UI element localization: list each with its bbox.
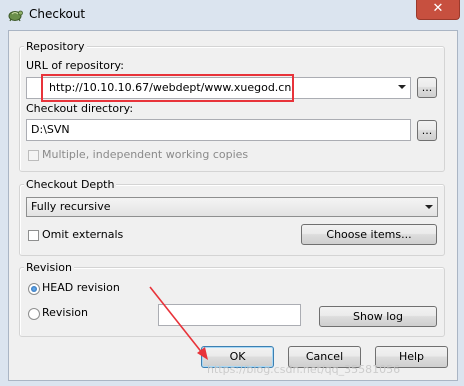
watermark-text: https://blog.csdn.net/qq_35581056 xyxy=(207,363,401,376)
arrow-annotation xyxy=(149,286,208,360)
